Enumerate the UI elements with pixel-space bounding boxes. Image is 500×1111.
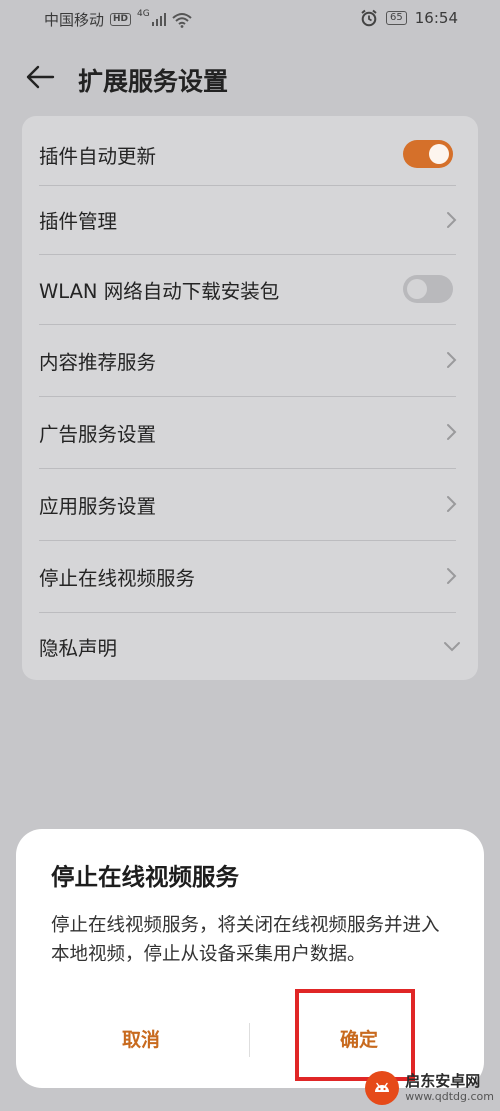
android-head-icon xyxy=(375,1082,390,1092)
clock-time: 16:54 xyxy=(414,9,458,27)
chevron-right-icon xyxy=(447,568,457,584)
toggle-knob xyxy=(407,279,427,299)
page-title: 扩展服务设置 xyxy=(78,67,229,96)
alarm-icon xyxy=(361,9,377,27)
settings-row-plugin-auto-update[interactable]: 插件自动更新 xyxy=(22,116,478,192)
chevron-right-icon xyxy=(447,211,457,228)
watermark-text: 启东安卓网 www.qdtdg.com xyxy=(405,1072,494,1104)
row-label: 插件自动更新 xyxy=(39,144,157,168)
carrier-name: 中国移动 xyxy=(44,11,105,29)
status-right: 65 16:54 xyxy=(360,9,458,27)
settings-row-content-recommendation[interactable]: 内容推荐服务 xyxy=(22,324,478,396)
header: 扩展服务设置 xyxy=(0,52,500,102)
signal-icon xyxy=(151,13,167,26)
chevron-right-icon xyxy=(447,424,457,440)
chevron-right-icon xyxy=(447,352,457,368)
button-separator xyxy=(249,1023,250,1057)
row-label: WLAN 网络自动下载安装包 xyxy=(39,279,280,303)
toggle-knob xyxy=(429,144,449,164)
back-arrow-icon xyxy=(26,65,55,89)
wifi-icon xyxy=(172,12,192,28)
dialog-title: 停止在线视频服务 xyxy=(51,863,239,891)
settings-row-ad-service[interactable]: 广告服务设置 xyxy=(22,396,478,468)
settings-row-plugin-management[interactable]: 插件管理 xyxy=(22,185,478,254)
watermark-url: www.qdtdg.com xyxy=(405,1090,494,1103)
settings-card: 插件自动更新 插件管理 WLAN 网络自动下载安装包 内容推荐服务 广告服务设置… xyxy=(22,116,478,680)
row-label: 应用服务设置 xyxy=(39,494,157,518)
cancel-button[interactable]: 取消 xyxy=(61,1023,221,1057)
chevron-right-icon xyxy=(447,496,457,512)
settings-row-wlan-auto-download[interactable]: WLAN 网络自动下载安装包 xyxy=(22,254,478,324)
plugin-auto-update-toggle[interactable] xyxy=(403,140,453,168)
back-button[interactable] xyxy=(20,60,60,94)
row-label: 内容推荐服务 xyxy=(39,350,157,374)
watermark: 启东安卓网 www.qdtdg.com xyxy=(365,1071,494,1105)
status-bar: 中国移动 HD 4G 65 16:54 xyxy=(0,0,500,36)
hd-badge: HD xyxy=(110,13,132,26)
status-left: 中国移动 HD 4G xyxy=(44,9,192,30)
row-label: 隐私声明 xyxy=(39,636,118,660)
settings-row-privacy-statement[interactable]: 隐私声明 xyxy=(22,612,478,680)
row-label: 停止在线视频服务 xyxy=(39,566,196,590)
battery-icon: 65 xyxy=(386,11,407,25)
highlight-annotation-box xyxy=(295,989,415,1081)
watermark-name: 启东安卓网 xyxy=(405,1072,481,1090)
watermark-logo-icon xyxy=(365,1071,400,1105)
row-label: 插件管理 xyxy=(39,210,118,233)
dialog-message: 停止在线视频服务，将关闭在线视频服务并进入本地视频，停止从设备采集用户数据。 xyxy=(51,915,440,965)
network-type: 4G xyxy=(137,9,150,19)
chevron-down-icon xyxy=(444,642,460,652)
settings-row-app-service[interactable]: 应用服务设置 xyxy=(22,468,478,540)
row-label: 广告服务设置 xyxy=(39,422,157,446)
settings-row-stop-online-video[interactable]: 停止在线视频服务 xyxy=(22,540,478,612)
wlan-auto-download-toggle[interactable] xyxy=(403,275,453,303)
